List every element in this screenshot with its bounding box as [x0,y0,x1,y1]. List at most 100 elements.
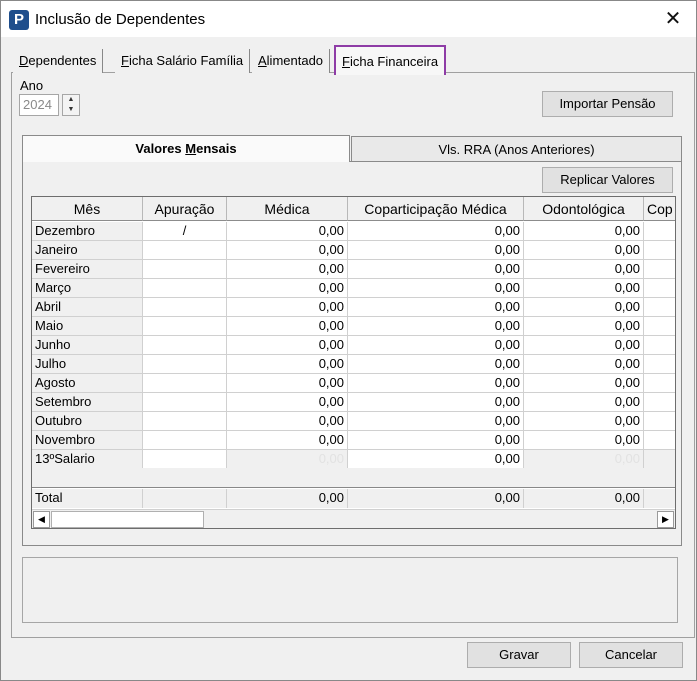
row-cop[interactable] [644,222,675,241]
row-medica[interactable]: 0,00 [227,393,348,412]
col-odontologica[interactable]: Odontológica [524,197,644,221]
row-copart[interactable]: 0,00 [348,279,524,298]
row-cop[interactable] [644,279,675,298]
row-apuracao[interactable] [143,298,227,317]
cancelar-button[interactable]: Cancelar [579,642,683,668]
tab-valores-mensais[interactable]: Valores Mensais [22,135,350,162]
row-apuracao[interactable] [143,336,227,355]
row-medica[interactable]: 0,00 [227,336,348,355]
table-row: Março 0,00 0,00 0,00 [32,279,675,298]
row-apuracao[interactable] [143,355,227,374]
row-apuracao[interactable] [143,317,227,336]
row-odonto[interactable]: 0,00 [524,336,644,355]
col-mes[interactable]: Mês [32,197,143,221]
row-odonto[interactable]: 0,00 [524,317,644,336]
row-apuracao[interactable] [143,431,227,450]
row-cop[interactable] [644,317,675,336]
row-odonto[interactable]: 0,00 [524,412,644,431]
row-odonto[interactable]: 0,00 [524,393,644,412]
row-odonto[interactable]: 0,00 [524,241,644,260]
row-odonto[interactable]: 0,00 [524,260,644,279]
spin-up-icon[interactable]: ▲ [63,95,79,105]
valores-grid: Mês Apuração Médica Coparticipação Médic… [31,196,676,529]
row-mes: Junho [32,336,143,355]
scroll-right-icon[interactable]: ▶ [657,511,674,528]
tab-ficha-salario-familia[interactable]: Ficha Salário Família [115,49,251,73]
row-odonto[interactable]: 0,00 [524,222,644,241]
col-cop[interactable]: Cop [644,197,675,221]
row-cop[interactable] [644,374,675,393]
row-apuracao[interactable] [143,260,227,279]
row-medica[interactable]: 0,00 [227,431,348,450]
col-coparticipacao-medica[interactable]: Coparticipação Médica [348,197,524,221]
replicar-valores-button[interactable]: Replicar Valores [542,167,673,193]
row-cop[interactable] [644,260,675,279]
row-odonto[interactable]: 0,00 [524,374,644,393]
row-odonto[interactable]: 0,00 [524,431,644,450]
row-apuracao[interactable] [143,279,227,298]
scroll-left-icon[interactable]: ◀ [33,511,50,528]
table-row: Junho 0,00 0,00 0,00 [32,336,675,355]
row-medica[interactable]: 0,00 [227,222,348,241]
row-cop[interactable] [644,393,675,412]
row-apuracao[interactable]: / [143,222,227,241]
tab-ficha-financeira[interactable]: Ficha Financeira [334,45,447,75]
row-copart[interactable]: 0,00 [348,393,524,412]
row-cop[interactable] [644,355,675,374]
row-copart[interactable]: 0,00 [348,222,524,241]
total-copart: 0,00 [348,489,524,508]
row-medica[interactable]: 0,00 [227,279,348,298]
row-medica[interactable]: 0,00 [227,355,348,374]
row-medica[interactable]: 0,00 [227,260,348,279]
row-copart[interactable]: 0,00 [348,336,524,355]
scroll-thumb[interactable] [51,511,204,528]
row-mes: Julho [32,355,143,374]
table-row: Agosto 0,00 0,00 0,00 [32,374,675,393]
total-medica: 0,00 [227,489,348,508]
row-medica: 0,00 [227,450,348,469]
horizontal-scrollbar[interactable]: ◀ ▶ [32,509,675,528]
spin-down-icon[interactable]: ▼ [63,105,79,115]
row-cop[interactable] [644,412,675,431]
row-copart[interactable]: 0,00 [348,298,524,317]
row-copart[interactable]: 0,00 [348,412,524,431]
row-apuracao[interactable] [143,374,227,393]
row-copart[interactable]: 0,00 [348,260,524,279]
ano-input[interactable]: 2024 [19,94,59,116]
main-tabs: Dependentes Ficha Salário Família Alimen… [13,45,693,75]
row-copart[interactable]: 0,00 [348,450,524,469]
row-odonto[interactable]: 0,00 [524,355,644,374]
close-icon[interactable]: ✕ [650,1,696,37]
row-copart[interactable]: 0,00 [348,241,524,260]
table-row: Setembro 0,00 0,00 0,00 [32,393,675,412]
gravar-button[interactable]: Gravar [467,642,571,668]
row-medica[interactable]: 0,00 [227,317,348,336]
row-apuracao[interactable] [143,241,227,260]
tab-alimentado[interactable]: Alimentado [252,49,331,73]
row-copart[interactable]: 0,00 [348,374,524,393]
row-cop[interactable] [644,298,675,317]
row-cop[interactable] [644,336,675,355]
row-odonto[interactable]: 0,00 [524,279,644,298]
importar-pensao-button[interactable]: Importar Pensão [542,91,673,117]
row-copart[interactable]: 0,00 [348,431,524,450]
row-medica[interactable]: 0,00 [227,412,348,431]
row-cop[interactable] [644,431,675,450]
col-apuracao[interactable]: Apuração [143,197,227,221]
row-copart[interactable]: 0,00 [348,317,524,336]
tab-salario-familia-label: icha Salário Família [128,53,244,68]
tab-dependentes[interactable]: Dependentes [13,49,104,73]
row-medica[interactable]: 0,00 [227,241,348,260]
row-apuracao[interactable] [143,393,227,412]
ano-spinner[interactable]: ▲ ▼ [62,94,80,116]
tab-vls-rra[interactable]: Vls. RRA (Anos Anteriores) [351,136,682,161]
row-apuracao[interactable] [143,412,227,431]
row-odonto[interactable]: 0,00 [524,298,644,317]
row-cop[interactable] [644,241,675,260]
row-medica[interactable]: 0,00 [227,374,348,393]
row-copart[interactable]: 0,00 [348,355,524,374]
tab-ficha-financeira-label: icha Financeira [349,54,439,69]
row-medica[interactable]: 0,00 [227,298,348,317]
col-medica[interactable]: Médica [227,197,348,221]
row-mes: Agosto [32,374,143,393]
